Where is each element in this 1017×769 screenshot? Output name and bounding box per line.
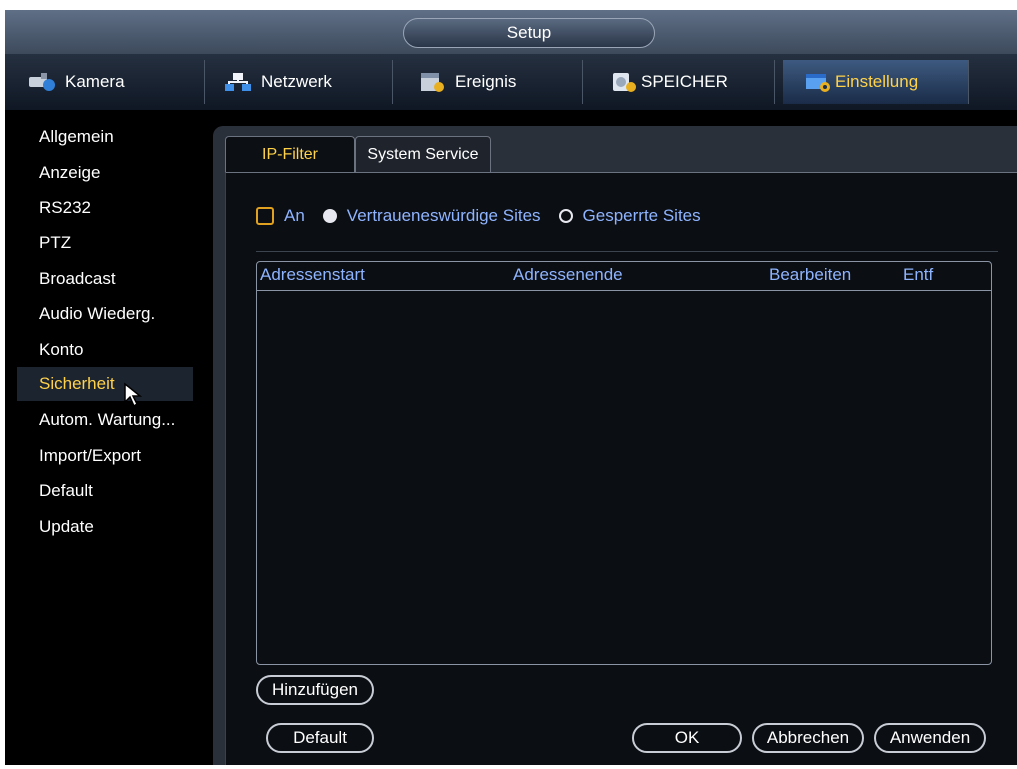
sidebar-item-update[interactable]: Update [17,510,193,544]
ok-button[interactable]: OK [632,723,742,753]
sidebar-item-audio-wiederg[interactable]: Audio Wiederg. [17,297,193,331]
trusted-sites-label: Vertraueneswürdige Sites [346,206,541,225]
column-adressenende: Adressenende [513,265,623,284]
default-button[interactable]: Default [266,723,374,753]
apply-button[interactable]: Anwenden [874,723,986,753]
tab-kamera[interactable]: Kamera [15,60,205,104]
ip-address-table[interactable]: Adressenstart Adressenende Bearbeiten En… [256,261,992,665]
mouse-pointer-icon [124,382,143,408]
tab-ereignis[interactable]: Ereignis [393,60,583,104]
tab-speicher-label: SPEICHER [641,72,728,91]
settings-panel: IP-Filter System Service An Vertrauenesw… [213,126,1017,765]
settings-icon [803,71,833,93]
tab-kamera-label: Kamera [65,72,125,91]
window-title: Setup [403,18,655,48]
tab-netzwerk[interactable]: Netzwerk [205,60,393,104]
blocked-sites-radio[interactable] [558,209,573,223]
setup-window: Setup Kamera Netzwerk Ereignis SPEICHER [5,10,1017,765]
tab-ip-filter[interactable]: IP-Filter [225,136,355,172]
sidebar-item-konto[interactable]: Konto [17,333,193,367]
sidebar-item-import-export[interactable]: Import/Export [17,439,193,473]
sidebar-item-allgemein[interactable]: Allgemein [17,120,193,154]
table-header: Adressenstart Adressenende Bearbeiten En… [257,262,991,291]
sidebar-item-sicherheit[interactable]: Sicherheit [17,367,193,401]
sidebar: Allgemein Anzeige RS232 PTZ Broadcast Au… [5,110,205,765]
event-icon [417,71,447,93]
column-adressenstart: Adressenstart [260,265,365,284]
sidebar-item-anzeige[interactable]: Anzeige [17,156,193,190]
network-icon [223,71,253,93]
sidebar-item-rs232[interactable]: RS232 [17,191,193,225]
tab-netzwerk-label: Netzwerk [261,72,332,91]
tab-einstellung[interactable]: Einstellung [783,60,969,104]
column-bearbeiten: Bearbeiten [769,265,852,284]
tab-speicher[interactable]: SPEICHER [583,60,775,104]
sidebar-item-ptz[interactable]: PTZ [17,226,193,260]
trusted-sites-radio[interactable] [322,209,337,223]
tab-ereignis-label: Ereignis [455,72,517,91]
title-bar: Setup [5,10,1017,54]
storage-icon [609,71,639,93]
filter-options: An Vertraueneswürdige Sites Gesperrte Si… [256,201,701,231]
tab-einstellung-label: Einstellung [835,72,919,91]
enable-checkbox[interactable] [256,207,274,225]
column-entf: Entf [903,265,934,284]
main-tab-bar: Kamera Netzwerk Ereignis SPEICHER Einste… [5,54,1017,110]
sidebar-item-broadcast[interactable]: Broadcast [17,262,193,296]
tab-system-service[interactable]: System Service [355,136,491,172]
enable-label: An [284,206,305,225]
divider [256,251,998,252]
ip-filter-content: An Vertraueneswürdige Sites Gesperrte Si… [225,172,1017,765]
cancel-button[interactable]: Abbrechen [752,723,864,753]
blocked-sites-label: Gesperrte Sites [582,206,701,225]
sidebar-item-autom-wartung[interactable]: Autom. Wartung... [17,403,193,437]
sidebar-item-default[interactable]: Default [17,474,193,508]
camera-icon [27,71,57,93]
add-button[interactable]: Hinzufügen [256,675,374,705]
